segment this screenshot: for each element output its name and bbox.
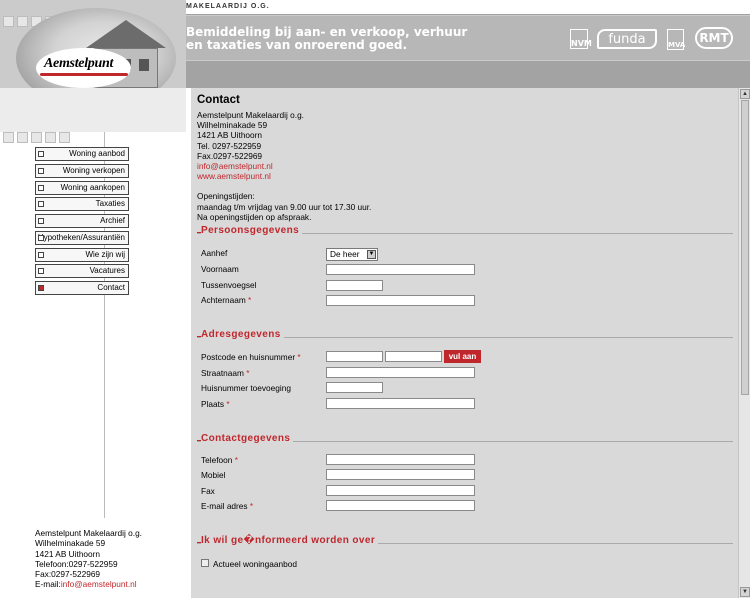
mobiel-input[interactable] xyxy=(326,469,475,480)
contact-email-link[interactable]: info@aemstelpunt.nl xyxy=(197,161,273,171)
toevoeging-input[interactable] xyxy=(326,382,383,393)
achternaam-label: Achternaam * xyxy=(201,295,252,305)
aemstelpunt-logo[interactable]: Aemstelpunt xyxy=(44,56,113,72)
menu-bullet-icon xyxy=(38,167,44,174)
sidebar-address: Aemstelpunt Makelaardij o.g. Wilhelminak… xyxy=(35,528,142,590)
menu-item-vacatures[interactable]: Vacatures xyxy=(35,264,129,279)
funda-logo: funda xyxy=(597,29,657,49)
header-company-strip: MAKELAARDIJ O.G. xyxy=(186,0,750,15)
section-title-adresgegevens: Adresgegevens xyxy=(201,329,284,340)
menu-item-woning-verkopen[interactable]: Woning verkopen xyxy=(35,163,129,178)
toevoeging-label: Huisnummer toevoeging xyxy=(201,383,291,393)
main-menu: Woning aanbod Woning verkopen Woning aan… xyxy=(35,147,129,298)
page-title: Contact xyxy=(197,94,240,106)
plaats-label: Plaats * xyxy=(201,399,230,409)
menu-bullet-icon xyxy=(38,184,44,191)
menu-bullet-icon xyxy=(38,151,44,157)
menu-item-wie-zijn-wij[interactable]: Wie zijn wij xyxy=(35,247,129,262)
scroll-thumb[interactable] xyxy=(741,100,749,395)
scroll-up-icon[interactable]: ▲ xyxy=(740,89,750,99)
actueel-aanbod-checkbox[interactable] xyxy=(201,559,209,567)
menu-bullet-icon xyxy=(38,234,44,241)
actueel-aanbod-label: Actueel woningaanbod xyxy=(213,559,297,569)
menu-item-contact[interactable]: Contact xyxy=(35,281,129,295)
vertical-scrollbar[interactable]: ▲ ▼ xyxy=(738,88,750,598)
plaats-input[interactable] xyxy=(326,398,475,409)
nvm-logo: NVM xyxy=(570,29,592,49)
fax-input[interactable] xyxy=(326,485,475,496)
menu-bullet-active-icon xyxy=(38,285,44,291)
email-input[interactable] xyxy=(326,500,475,511)
menu-bullet-icon xyxy=(38,201,44,208)
tussenvoegsel-input[interactable] xyxy=(326,280,383,291)
menu-item-woning-aankopen[interactable]: Woning aankopen xyxy=(35,180,129,195)
sidebar-top-band xyxy=(0,88,186,132)
menu-bullet-icon xyxy=(38,251,44,258)
contact-details: Aemstelpunt Makelaardij o.g. Wilhelminak… xyxy=(197,110,372,222)
rmt-logo: RMT xyxy=(695,27,733,49)
fax-label: Fax xyxy=(201,486,215,496)
decor-square xyxy=(31,132,42,143)
aanhef-label: Aanhef xyxy=(201,248,228,258)
fill-address-button[interactable]: vul aan xyxy=(444,350,481,363)
tussenvoegsel-label: Tussenvoegsel xyxy=(201,280,257,290)
decor-square xyxy=(17,132,28,143)
website-link[interactable]: www.aemstelpunt.nl xyxy=(197,171,271,181)
section-title-informeren: Ik wil ge�nformeerd worden over xyxy=(201,535,379,546)
header-tagline-band: Bemiddeling bij aan- en verkoop, verhuur… xyxy=(186,16,750,60)
header-lower-band xyxy=(186,61,750,88)
achternaam-input[interactable] xyxy=(326,295,475,306)
voornaam-input[interactable] xyxy=(326,264,475,275)
straatnaam-label: Straatnaam * xyxy=(201,368,250,378)
telefoon-input[interactable] xyxy=(326,454,475,465)
postcode-label: Postcode en huisnummer * xyxy=(201,352,301,362)
menu-item-archief[interactable]: Archief xyxy=(35,214,129,228)
section-title-persoonsgegevens: Persoonsgegevens xyxy=(201,225,303,236)
menu-item-taxaties[interactable]: Taxaties xyxy=(35,197,129,212)
decor-square xyxy=(17,16,28,27)
menu-bullet-icon xyxy=(38,218,44,224)
decor-square xyxy=(59,132,70,143)
mva-logo: MVA xyxy=(667,29,685,50)
tagline-line-2: en taxaties van onroerend goed. xyxy=(186,38,408,52)
email-label: E-mail adres * xyxy=(201,501,254,511)
section-title-contactgegevens: Contactgegevens xyxy=(201,433,294,444)
telefoon-label: Telefoon * xyxy=(201,455,238,465)
menu-item-hypotheken[interactable]: Hypotheken/Assurantiën xyxy=(35,230,129,245)
menu-item-woning-aanbod[interactable]: Woning aanbod xyxy=(35,147,129,161)
menu-bullet-icon xyxy=(38,268,44,275)
aanhef-select[interactable]: De heer ▼ xyxy=(326,248,378,261)
decor-square xyxy=(3,132,14,143)
dropdown-arrow-icon: ▼ xyxy=(367,250,376,259)
tagline-line-1: Bemiddeling bij aan- en verkoop, verhuur xyxy=(186,25,468,39)
decor-square xyxy=(45,132,56,143)
mobiel-label: Mobiel xyxy=(201,470,226,480)
sidebar-email-link[interactable]: info@aemstelpunt.nl xyxy=(61,579,137,589)
straatnaam-input[interactable] xyxy=(326,367,475,378)
huisnummer-input[interactable] xyxy=(385,351,442,362)
scroll-down-icon[interactable]: ▼ xyxy=(740,587,750,597)
decor-square xyxy=(3,16,14,27)
logo-swoosh xyxy=(40,73,128,76)
postcode-input[interactable] xyxy=(326,351,383,362)
voornaam-label: Voornaam xyxy=(201,264,239,274)
company-tag: MAKELAARDIJ O.G. xyxy=(186,3,270,10)
